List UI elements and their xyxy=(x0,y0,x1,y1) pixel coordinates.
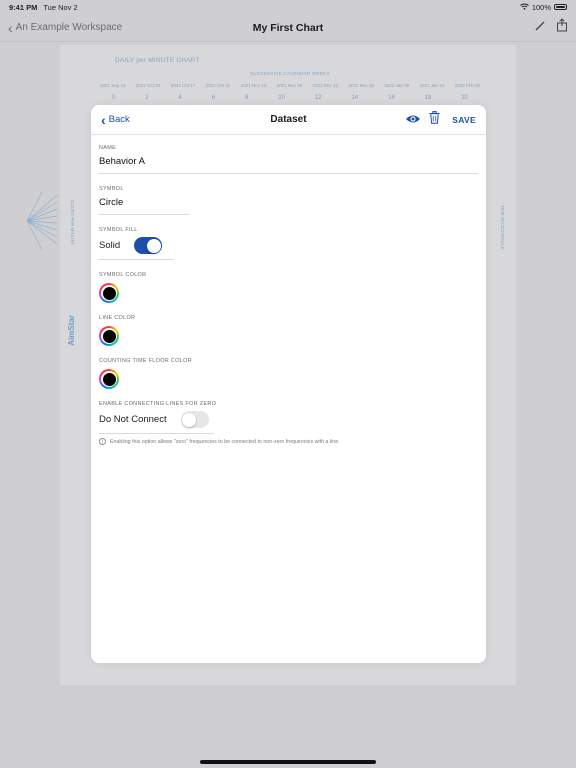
chart-tick-label: 2 xyxy=(145,95,149,101)
swatch-ring xyxy=(101,285,117,301)
symbol-group: SYMBOL Circle xyxy=(99,186,478,215)
symbol-select[interactable]: Circle xyxy=(99,192,189,215)
symbol-fill-row: Solid xyxy=(99,233,174,260)
chart-tick-label: 12 xyxy=(314,95,322,101)
chart-number-row: 0 2 4 6 8 10 12 14 16 18 20 xyxy=(112,95,468,101)
chevron-left-icon: ‹ xyxy=(101,111,106,128)
nav-actions xyxy=(534,18,568,37)
navbar: ‹ An Example Workspace My First Chart xyxy=(0,14,576,42)
modal-header: ‹ Back Dataset SAVE xyxy=(91,105,486,135)
workspace-back-label: An Example Workspace xyxy=(15,22,123,33)
connecting-lines-help: Enabling this option allows "zero" frequ… xyxy=(110,438,340,445)
chart-date-label: 2021 Dec 12 xyxy=(312,83,339,88)
status-right: 100% xyxy=(519,2,567,12)
trash-icon[interactable] xyxy=(429,110,440,129)
help-row: i Enabling this option allows "zero" fre… xyxy=(99,438,478,445)
swatch-dot xyxy=(102,329,116,343)
chart-date-label: 2021 Oct 31 xyxy=(205,83,231,88)
swatch-ring xyxy=(101,371,117,387)
chart-date-label: 2021 Oct 17 xyxy=(170,83,196,88)
line-color-swatch[interactable] xyxy=(99,326,119,346)
header-actions: SAVE xyxy=(405,110,476,129)
symbol-color-label: SYMBOL COLOR xyxy=(99,272,147,278)
dataset-modal: ‹ Back Dataset SAVE NAME Behavior A SYMB… xyxy=(91,105,486,663)
symbol-fill-group: SYMBOL FILL Solid xyxy=(99,227,478,260)
connecting-lines-row: Do Not Connect xyxy=(99,407,214,434)
chart-right-axis-label: TIME ON SCHEDULE xyxy=(500,205,505,250)
chart-date-label: 2021 Oct 03 xyxy=(135,83,161,88)
chart-date-label: 2021 Dec 26 xyxy=(348,83,374,88)
swatch-dot xyxy=(102,286,116,300)
chart-subtitle: SUCCESSIVE CALENDAR WEEKS xyxy=(250,71,330,76)
celeration-fan-icon xyxy=(22,190,62,257)
save-button[interactable]: SAVE xyxy=(452,115,476,125)
floor-color-label: COUNTING TIME FLOOR COLOR xyxy=(99,358,192,364)
back-button[interactable]: ‹ Back xyxy=(101,111,130,128)
chart-tick-label: 20 xyxy=(461,95,468,101)
toggle-knob xyxy=(146,238,161,253)
chart-tick-label: 16 xyxy=(388,95,395,101)
chart-tick-label: 10 xyxy=(278,95,285,101)
name-field[interactable]: Behavior A xyxy=(99,151,478,174)
symbol-color-group: SYMBOL COLOR xyxy=(99,272,478,303)
chart-date-label: 2021 Nov 14 xyxy=(240,83,267,88)
workspace-back-button[interactable]: ‹ An Example Workspace xyxy=(8,19,123,36)
chart-left-axis-label: COUNT PER MINUTE xyxy=(70,200,75,245)
chart-date-label: 2021 Sep 19 xyxy=(100,83,126,88)
name-group: NAME Behavior A xyxy=(99,145,478,174)
symbol-color-swatch[interactable] xyxy=(99,283,119,303)
chart-date-label: 2022 Feb 06 xyxy=(454,83,480,88)
connecting-lines-group: ENABLE CONNECTING LINES FOR ZERO Do Not … xyxy=(99,401,478,445)
back-label: Back xyxy=(108,114,130,125)
battery-percent: 100% xyxy=(531,2,551,12)
chart-date-label: 2022 Jan 09 xyxy=(384,83,410,88)
chart-date-label: 2022 Jan 23 xyxy=(419,83,445,88)
eye-icon[interactable] xyxy=(405,111,421,129)
wifi-icon xyxy=(519,3,529,12)
floor-color-group: COUNTING TIME FLOOR COLOR xyxy=(99,358,478,389)
chart-tick-label: 14 xyxy=(351,95,359,101)
share-icon[interactable] xyxy=(556,18,568,37)
line-color-label: LINE COLOR xyxy=(99,315,136,321)
symbol-fill-toggle[interactable] xyxy=(134,237,163,254)
chart-tick-label: 18 xyxy=(424,95,432,101)
chart-date-row: 2021 Sep 19 2021 Oct 03 2021 Oct 17 2021… xyxy=(100,83,480,88)
aimstar-logo: AimStar xyxy=(67,315,76,346)
swatch-dot xyxy=(102,372,116,386)
battery-icon xyxy=(554,4,567,10)
status-bar: 9:41 PM Tue Nov 2 100% xyxy=(0,0,576,14)
chart-tick-label: 4 xyxy=(178,95,182,101)
chevron-left-icon: ‹ xyxy=(8,19,13,36)
symbol-fill-value: Solid xyxy=(99,240,121,251)
chart-tick-label: 6 xyxy=(211,95,216,101)
line-color-group: LINE COLOR xyxy=(99,315,478,346)
status-time: 9:41 PM xyxy=(9,2,38,12)
pencil-icon[interactable] xyxy=(534,19,546,37)
chart-tick-label: 0 xyxy=(112,95,116,101)
chart-title: DAILY per MINUTE CHART xyxy=(115,57,200,64)
swatch-ring xyxy=(101,328,117,344)
connecting-lines-value: Do Not Connect xyxy=(99,414,167,425)
chart-date-label: 2021 Nov 28 xyxy=(276,83,303,88)
dataset-form: NAME Behavior A SYMBOL Circle SYMBOL FIL… xyxy=(91,135,486,445)
floor-color-swatch[interactable] xyxy=(99,369,119,389)
connecting-lines-label: ENABLE CONNECTING LINES FOR ZERO xyxy=(99,401,217,407)
toggle-knob xyxy=(182,412,197,427)
chart-tick-label: 8 xyxy=(245,95,249,101)
connecting-lines-toggle[interactable] xyxy=(180,411,209,428)
status-date: Tue Nov 2 xyxy=(43,2,78,12)
info-icon: i xyxy=(99,438,106,445)
home-indicator[interactable] xyxy=(200,760,376,764)
